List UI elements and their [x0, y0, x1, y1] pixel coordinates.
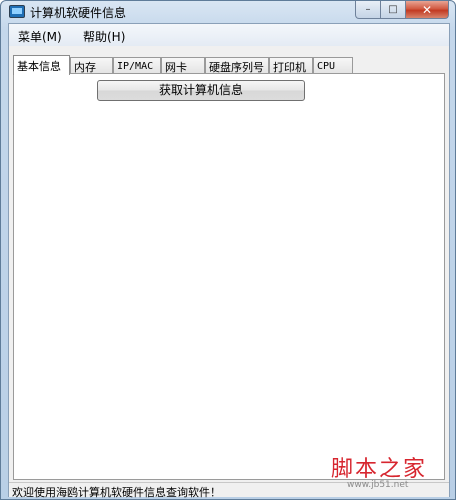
menu-bar: 菜单(M) 帮助(H): [9, 24, 449, 46]
caption-buttons: – □ ✕: [355, 1, 449, 19]
app-icon: [9, 5, 25, 18]
close-button[interactable]: ✕: [406, 1, 449, 19]
client-area: 菜单(M) 帮助(H) 基本信息 内存 IP/MAC 网卡 硬盘序列号 打印机 …: [8, 23, 450, 499]
tab-basic-info[interactable]: 基本信息: [13, 55, 70, 75]
tab-cpu[interactable]: CPU: [313, 57, 353, 74]
get-computer-info-button[interactable]: 获取计算机信息: [97, 80, 305, 101]
status-text: 欢迎使用海鸥计算机软硬件信息查询软件！: [12, 486, 221, 499]
maximize-button[interactable]: □: [381, 1, 406, 19]
tab-network-card[interactable]: 网卡: [161, 57, 205, 74]
menu-item-menu[interactable]: 菜单(M): [18, 28, 62, 45]
tab-memory[interactable]: 内存: [70, 57, 113, 74]
tab-disk-serial[interactable]: 硬盘序列号: [205, 57, 269, 74]
title-bar[interactable]: 计算机软硬件信息 – □ ✕: [1, 1, 455, 23]
watermark-url: www.jb51.net: [347, 480, 409, 490]
minimize-button[interactable]: –: [355, 1, 381, 19]
tab-panel-basic-info: 获取计算机信息: [13, 73, 445, 480]
tab-ip-mac[interactable]: IP/MAC: [113, 57, 161, 74]
watermark: 脚本之家 www.jb51.net: [331, 451, 451, 495]
tab-strip: 基本信息 内存 IP/MAC 网卡 硬盘序列号 打印机 CPU: [13, 55, 449, 75]
window-title: 计算机软硬件信息: [30, 6, 127, 20]
watermark-brand: 脚本之家: [331, 457, 428, 482]
app-window: 计算机软硬件信息 – □ ✕ 菜单(M) 帮助(H) 基本信息 内存 IP/MA…: [0, 0, 456, 500]
tab-printer[interactable]: 打印机: [269, 57, 313, 74]
menu-item-help[interactable]: 帮助(H): [83, 28, 125, 45]
